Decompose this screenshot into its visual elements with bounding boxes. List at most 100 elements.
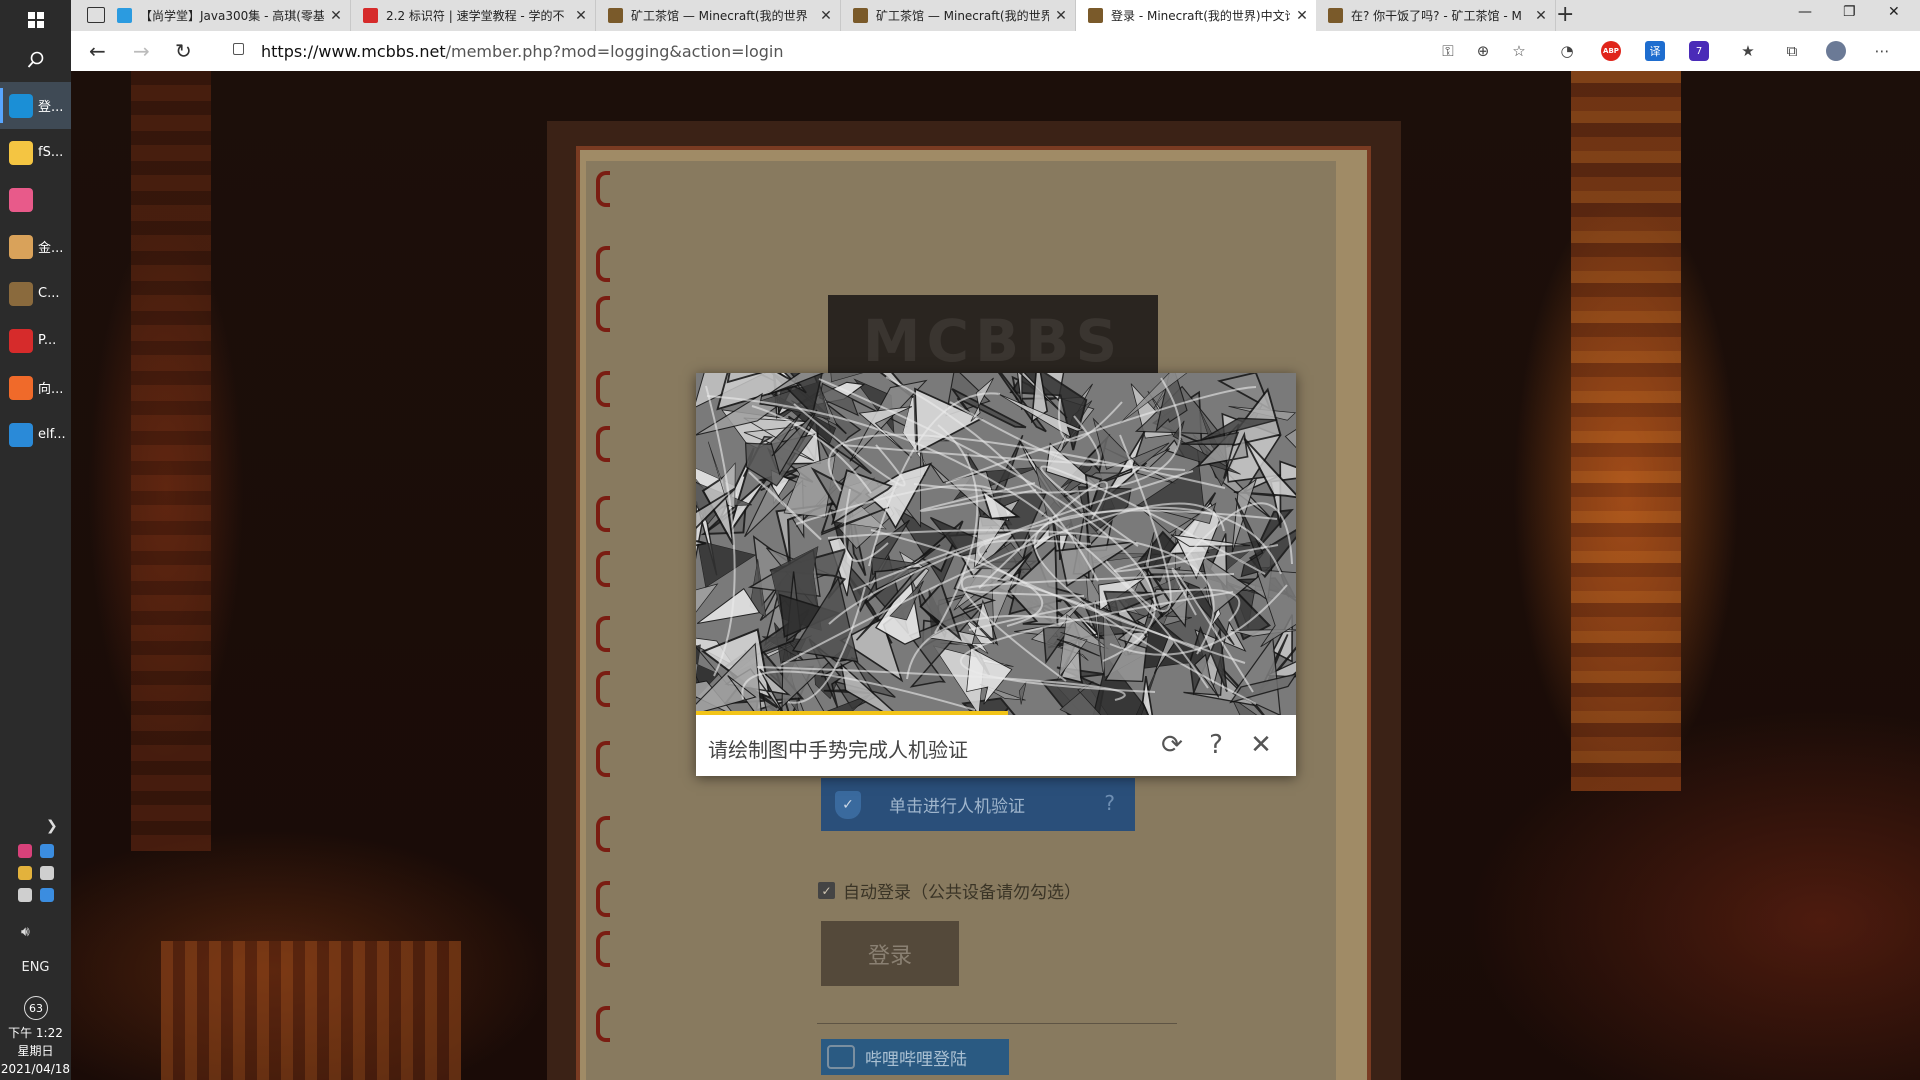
- translate-extension-icon[interactable]: 译: [1645, 41, 1665, 61]
- display-icon[interactable]: [40, 866, 54, 880]
- extension-icon[interactable]: 7: [1689, 41, 1709, 61]
- human-verification-button[interactable]: ✓ 单击进行人机验证 ?: [821, 778, 1135, 831]
- auto-login-option[interactable]: ✓ 自动登录（公共设备请勿勾选）: [818, 878, 1081, 903]
- captcha-prompt: 请绘制图中手势完成人机验证: [708, 738, 968, 762]
- browser-tab[interactable]: 矿工茶馆 — Minecraft(我的世界 ✕: [596, 0, 841, 31]
- url-field[interactable]: https://www.mcbbs.net/member.php?mod=log…: [261, 42, 784, 61]
- volume-icon[interactable]: 🔊︎: [21, 924, 30, 940]
- taskbar-app[interactable]: fS...: [0, 129, 71, 176]
- page-content: MCBBS ✓ 单击进行人机验证 ? ✓ 自动登录（公共设备请勿勾选） 登录 哔…: [71, 71, 1920, 1080]
- auto-login-label: 自动登录（公共设备请勿勾选）: [843, 883, 1081, 903]
- taskbar-app-label: P...: [38, 333, 57, 348]
- browser-tab[interactable]: 在? 你干饭了吗? - 矿工茶馆 - M ✕: [1316, 0, 1556, 31]
- tab-title: 2.2 标识符 | 速学堂教程 - 学的不: [386, 9, 565, 23]
- binding-ring: [596, 171, 610, 207]
- tab-favicon-icon: [1328, 8, 1343, 23]
- vscode-icon: [9, 422, 33, 447]
- divider: [817, 1023, 1177, 1024]
- minimize-button[interactable]: —: [1798, 4, 1812, 20]
- netease-music-icon: [9, 328, 33, 353]
- qq-icon[interactable]: [18, 866, 32, 880]
- taskbar-app[interactable]: P...: [0, 317, 71, 364]
- binding-ring: [596, 741, 610, 777]
- settings-more-icon[interactable]: ⋯: [1872, 41, 1892, 61]
- clock[interactable]: 下午 1:22 星期日 2021/04/18: [0, 1024, 71, 1078]
- close-tab-icon[interactable]: ✕: [1055, 8, 1067, 24]
- captcha-gesture-canvas[interactable]: [696, 373, 1296, 715]
- bilibili-login-label: 哔哩哔哩登陆: [865, 1049, 967, 1070]
- refresh-button[interactable]: ↻: [175, 39, 192, 63]
- binding-ring: [596, 496, 610, 532]
- tab-favicon-icon: [853, 8, 868, 23]
- auto-login-checkbox[interactable]: ✓: [818, 882, 835, 899]
- security-shield-icon[interactable]: [40, 888, 54, 902]
- input-language[interactable]: ENG: [0, 960, 71, 975]
- favorites-icon[interactable]: ★: [1738, 41, 1758, 61]
- forward-button[interactable]: →: [133, 39, 150, 63]
- browser-tab[interactable]: 【尚学堂】Java300集 - 高琪(零基 ✕: [105, 0, 351, 31]
- mcbbs-logo: MCBBS: [828, 295, 1158, 375]
- restore-button[interactable]: ❐: [1843, 4, 1856, 20]
- binding-ring: [596, 371, 610, 407]
- profile-avatar[interactable]: [1826, 41, 1846, 61]
- collections-icon[interactable]: ⧉: [1782, 41, 1802, 61]
- battery-icon[interactable]: [18, 888, 32, 902]
- close-tab-icon[interactable]: ✕: [330, 8, 342, 24]
- taskbar-app[interactable]: C...: [0, 270, 71, 317]
- taskbar-app-label: C...: [38, 286, 60, 301]
- help-icon[interactable]: ?: [1201, 729, 1231, 761]
- url-host: https://www.mcbbs.net: [261, 42, 446, 61]
- system-tray: ❯ 🔊︎ ENG 63 下午 1:22 星期日 2021/04/18: [0, 810, 71, 1080]
- extension-shield-icon[interactable]: ◔: [1557, 41, 1577, 61]
- verification-label: 单击进行人机验证: [889, 797, 1025, 817]
- binding-ring: [596, 931, 610, 967]
- start-button[interactable]: [0, 0, 71, 40]
- notification-badge[interactable]: 63: [24, 996, 48, 1020]
- close-icon[interactable]: ✕: [1246, 729, 1276, 761]
- arrow-left-icon: ←: [89, 39, 106, 63]
- tray-app-icon[interactable]: [18, 844, 32, 858]
- tab-favicon-icon: [1088, 8, 1103, 23]
- key-icon[interactable]: ⚿: [1438, 41, 1458, 61]
- taskbar-app[interactable]: [0, 176, 71, 223]
- taskbar-app[interactable]: 金...: [0, 223, 71, 270]
- new-tab-button[interactable]: +: [1556, 2, 1574, 27]
- taskbar-app[interactable]: elf...: [0, 411, 71, 458]
- taskbar-app-label: elf...: [38, 427, 66, 442]
- tray-app-icon[interactable]: [40, 844, 54, 858]
- close-tab-icon[interactable]: ✕: [575, 8, 587, 24]
- binding-ring: [596, 296, 610, 332]
- taskbar-app-label: fS...: [38, 145, 64, 160]
- tab-title: 【尚学堂】Java300集 - 高琪(零基: [140, 9, 324, 23]
- close-tab-icon[interactable]: ✕: [1535, 8, 1547, 24]
- close-tab-icon[interactable]: ✕: [1296, 8, 1308, 24]
- tab-actions-icon[interactable]: [87, 7, 105, 23]
- close-tab-icon[interactable]: ✕: [820, 8, 832, 24]
- bilibili-login-button[interactable]: 哔哩哔哩登陆: [821, 1039, 1009, 1075]
- lock-icon[interactable]: [233, 43, 244, 55]
- zoom-icon[interactable]: ⊕: [1473, 41, 1493, 61]
- binding-ring: [596, 616, 610, 652]
- taskbar-app[interactable]: 向...: [0, 364, 71, 411]
- taskbar-search-button[interactable]: [0, 40, 71, 80]
- add-favorite-icon[interactable]: ☆: [1509, 41, 1529, 61]
- binding-ring: [596, 881, 610, 917]
- binding-ring: [596, 246, 610, 282]
- browser-tab[interactable]: 登录 - Minecraft(我的世界)中文论 ✕: [1076, 0, 1316, 31]
- binding-ring: [596, 1006, 610, 1042]
- taskbar-app[interactable]: 登...: [0, 82, 71, 129]
- back-button[interactable]: ←: [89, 39, 106, 63]
- close-window-button[interactable]: ✕: [1888, 4, 1900, 20]
- binding-ring: [596, 551, 610, 587]
- refresh-icon[interactable]: ⟳: [1157, 729, 1187, 761]
- show-hidden-icons-chevron-icon[interactable]: ❯: [46, 818, 58, 834]
- browser-tab[interactable]: 矿工茶馆 — Minecraft(我的世界 ✕: [841, 0, 1076, 31]
- browser-tab[interactable]: 2.2 标识符 | 速学堂教程 - 学的不 ✕: [351, 0, 596, 31]
- minecraft-chest-icon: [9, 281, 33, 306]
- search-icon: [27, 51, 43, 68]
- adblock-plus-icon[interactable]: ABP: [1601, 41, 1621, 61]
- login-button[interactable]: 登录: [821, 921, 959, 986]
- taskbar-app-label: 登...: [38, 100, 64, 115]
- nether-ground: [161, 941, 461, 1080]
- help-icon[interactable]: ?: [1104, 791, 1115, 815]
